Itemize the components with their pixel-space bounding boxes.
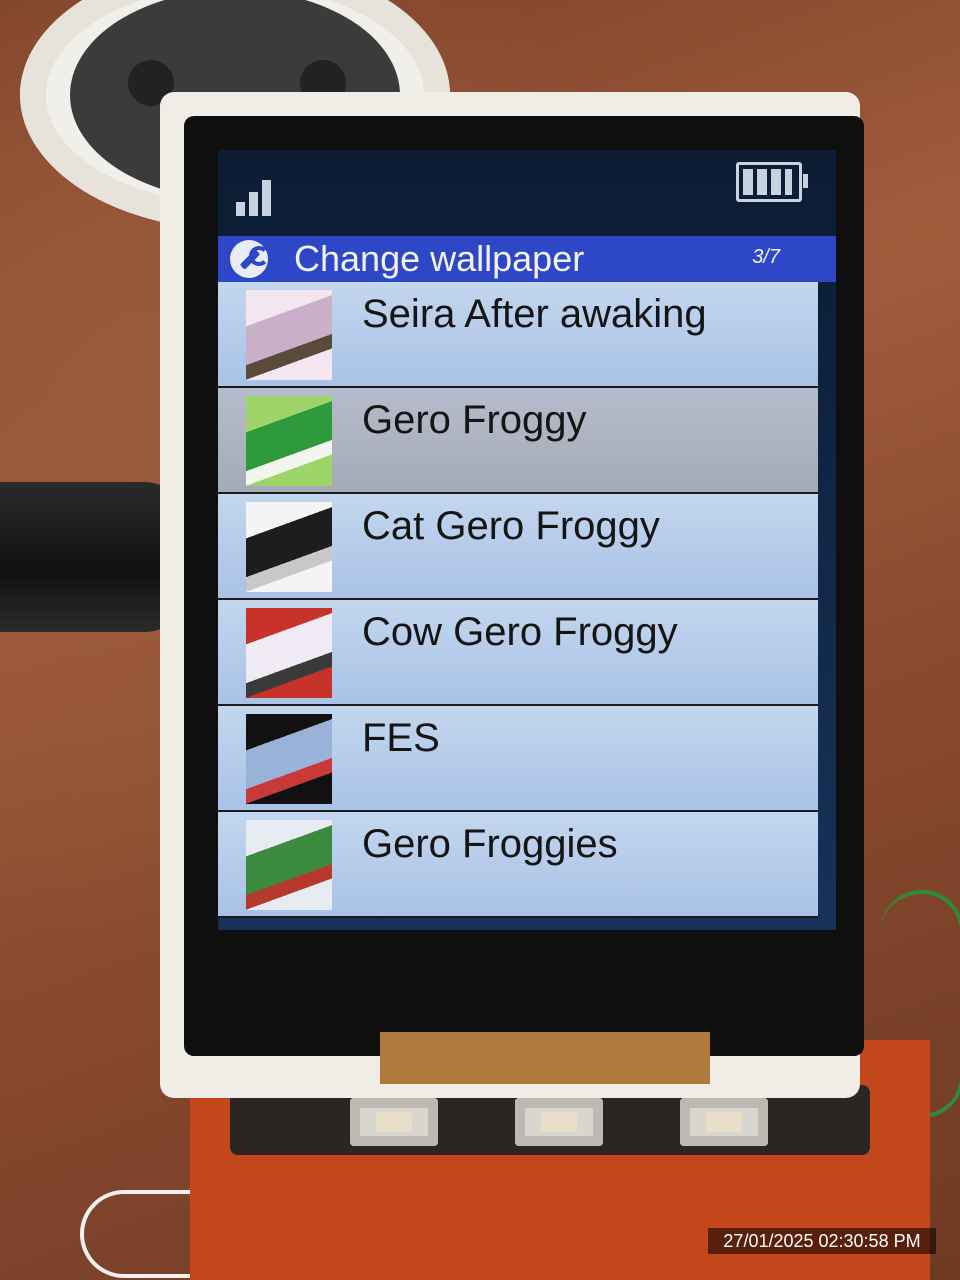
wallpaper-item[interactable]: Cow Gero Froggy <box>218 600 818 706</box>
page-indicator: 3/7 <box>752 246 780 268</box>
status-bar <box>218 150 836 220</box>
wallpaper-label: Cat Gero Froggy <box>362 504 660 548</box>
wallpaper-label: Seira After awaking <box>362 292 707 336</box>
wallpaper-label: Gero Froggy <box>362 398 587 442</box>
wallpaper-list: Seira After awaking Gero Froggy Cat Gero F… <box>218 282 818 918</box>
flex-ribbon <box>380 1032 710 1084</box>
usb-cable <box>0 482 185 632</box>
wallpaper-thumbnail <box>246 714 332 804</box>
wallpaper-label: FES <box>362 716 440 760</box>
hardware-button-right[interactable] <box>680 1098 768 1146</box>
wallpaper-item[interactable]: FES <box>218 706 818 812</box>
wallpaper-item[interactable]: Seira After awaking <box>218 282 818 388</box>
wallpaper-thumbnail <box>246 290 332 380</box>
signal-bars-icon <box>236 178 276 216</box>
wallpaper-label: Cow Gero Froggy <box>362 610 678 654</box>
wallpaper-thumbnail <box>246 396 332 486</box>
wallpaper-thumbnail <box>246 502 332 592</box>
battery-full-icon <box>736 162 808 202</box>
hardware-button-left[interactable] <box>350 1098 438 1146</box>
photo-timestamp: 27/01/2025 02:30:58 PM <box>708 1228 936 1254</box>
wrench-icon <box>230 240 269 278</box>
wallpaper-item[interactable]: Cat Gero Froggy <box>218 494 818 600</box>
wallpaper-label: Gero Froggies <box>362 822 618 866</box>
lcd-screen: Change wallpaper 3/7 Seira After awaking… <box>218 150 836 930</box>
title-bar: Change wallpaper 3/7 <box>218 236 836 282</box>
page-title: Change wallpaper <box>294 238 585 279</box>
wallpaper-item[interactable]: Gero Froggy <box>218 388 818 494</box>
wallpaper-thumbnail <box>246 820 332 910</box>
wallpaper-thumbnail <box>246 608 332 698</box>
hardware-button-middle[interactable] <box>515 1098 603 1146</box>
wallpaper-item[interactable]: Gero Froggies <box>218 812 818 918</box>
